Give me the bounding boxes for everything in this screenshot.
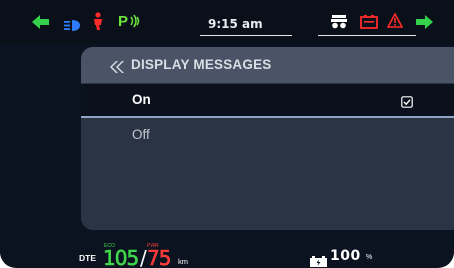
telltale-underline [318, 35, 416, 36]
range-separator: / [140, 246, 147, 268]
option-off-label: Off [132, 127, 150, 142]
bottom-bar: DTE ECO 105 / PWR 75 km 100 % [0, 236, 454, 268]
right-turn-arrow-icon [415, 14, 433, 33]
hazard-triangle-icon [386, 12, 404, 32]
battery-percent-sign: % [366, 254, 373, 261]
battery-icon [310, 252, 327, 268]
park-assist-icon: P [118, 12, 146, 32]
cruise-control-icon [331, 14, 347, 33]
seatbelt-warning-icon [92, 12, 104, 34]
display-messages-menu: DISPLAY MESSAGES On Off [81, 47, 454, 230]
battery-warning-icon [360, 14, 378, 33]
svg-text:P: P [118, 13, 128, 28]
clock: 9:15 am [208, 17, 263, 31]
checked-checkbox-icon[interactable] [401, 93, 413, 112]
cluster-screen: P 9:15 am DISPLAY MESSAGES On Off DTE EC… [0, 0, 454, 268]
double-chevron-left-icon[interactable] [109, 58, 125, 77]
range-unit: km [178, 257, 188, 266]
menu-header: DISPLAY MESSAGES [81, 47, 454, 83]
menu-title: DISPLAY MESSAGES [131, 57, 272, 72]
option-on-label: On [132, 92, 151, 107]
option-on[interactable]: On [81, 84, 454, 116]
battery-level: 100 [330, 248, 361, 264]
headlight-beam-icon [64, 16, 80, 35]
status-bar: P 9:15 am [0, 0, 454, 44]
clock-underline [200, 35, 292, 36]
pwr-range-value: 75 [147, 246, 172, 268]
option-off[interactable]: Off [81, 118, 454, 150]
left-turn-arrow-icon [32, 14, 50, 33]
eco-range-value: 105 [103, 246, 140, 268]
dte-label: DTE [79, 253, 96, 263]
